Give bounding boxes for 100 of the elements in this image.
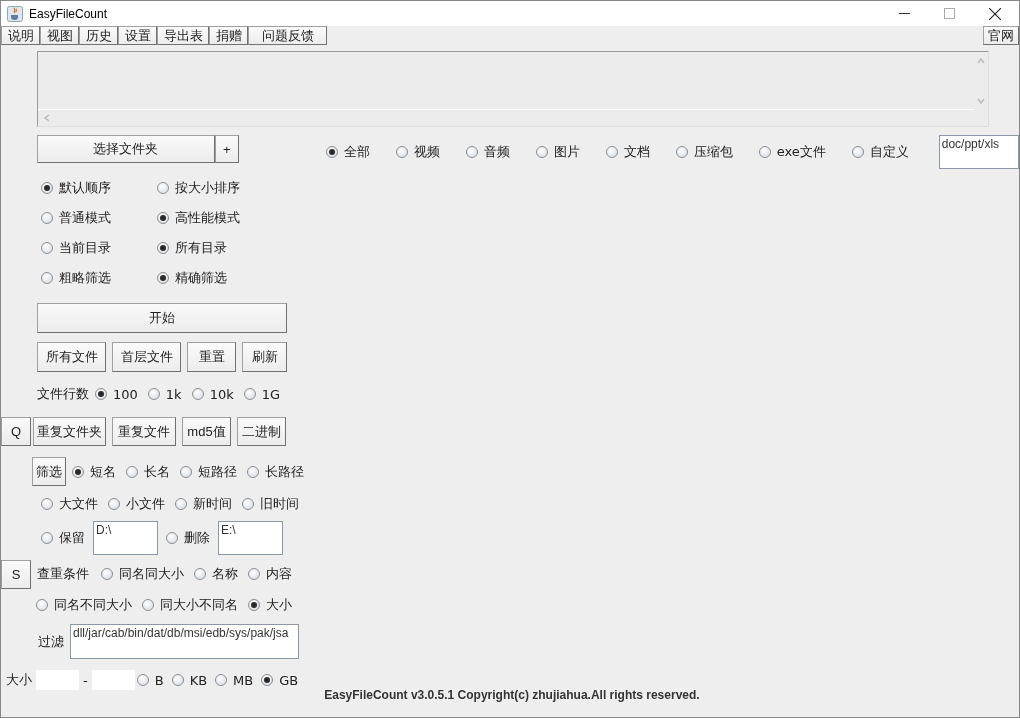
scan-button[interactable]: 刷新 bbox=[242, 342, 287, 372]
radio-button[interactable] bbox=[157, 272, 169, 284]
radio-button[interactable] bbox=[194, 568, 206, 580]
radio-button[interactable] bbox=[72, 465, 84, 478]
radio-label: 图片 bbox=[553, 143, 580, 161]
radio-button[interactable] bbox=[248, 599, 260, 611]
copyright-text: EasyFileCount v3.0.5.1 Copyright(c) zhujiahua.All rights reserved. bbox=[324, 688, 700, 702]
path-field[interactable]: D:\ bbox=[93, 521, 158, 555]
radio-button[interactable] bbox=[147, 388, 160, 400]
radio-label: 旧时间 bbox=[260, 495, 299, 513]
close-icon[interactable] bbox=[989, 7, 1001, 20]
menu-button[interactable]: 问题反馈 bbox=[248, 26, 327, 45]
radio-button[interactable] bbox=[95, 388, 107, 400]
radio-button[interactable] bbox=[108, 498, 120, 510]
radio-label: 自定义 bbox=[869, 143, 909, 161]
radio-label: 默认顺序 bbox=[59, 179, 111, 197]
radio-button[interactable] bbox=[175, 498, 187, 510]
menu-button[interactable]: 设置 bbox=[118, 26, 157, 45]
radio-label: KB bbox=[189, 672, 208, 688]
radio-button[interactable] bbox=[243, 388, 256, 400]
menu-button[interactable]: 历史 bbox=[79, 26, 118, 45]
radio-button[interactable] bbox=[247, 465, 259, 478]
scan-button[interactable]: 所有文件 bbox=[37, 342, 106, 372]
radio-label: 高性能模式 bbox=[175, 209, 240, 227]
radio-button[interactable] bbox=[215, 674, 228, 686]
radio-button[interactable] bbox=[41, 498, 53, 510]
radio-label: 短路径 bbox=[198, 462, 237, 481]
radio-label: 1G bbox=[261, 386, 281, 402]
radio-button[interactable] bbox=[41, 182, 53, 194]
duplicate-button[interactable]: 重复文件夹 bbox=[33, 417, 106, 446]
radio-label: 大文件 bbox=[59, 495, 98, 513]
radio-button[interactable] bbox=[101, 568, 113, 580]
radio-button[interactable] bbox=[126, 465, 138, 478]
radio-button[interactable] bbox=[157, 242, 169, 254]
duplicate-button[interactable]: md5值 bbox=[182, 417, 231, 446]
radio-label: 粗略筛选 bbox=[59, 269, 111, 287]
radio-button[interactable] bbox=[41, 242, 53, 254]
radio-button[interactable] bbox=[605, 146, 618, 158]
radio-button[interactable] bbox=[242, 498, 254, 510]
menu-button[interactable]: 官网 bbox=[983, 26, 1019, 45]
filter-field[interactable]: dll/jar/cab/bin/dat/db/msi/edb/sys/pak/jsa bbox=[70, 624, 299, 659]
duplicate-button[interactable]: 二进制 bbox=[237, 417, 286, 446]
size-label: 大小 bbox=[6, 671, 32, 689]
s-button[interactable]: S bbox=[1, 559, 31, 589]
menu-button[interactable]: 捐赠 bbox=[209, 26, 248, 45]
radio-label: 大小 bbox=[266, 596, 292, 614]
radio-button[interactable] bbox=[465, 146, 478, 158]
radio-button[interactable] bbox=[675, 146, 688, 158]
radio-button[interactable] bbox=[191, 388, 204, 400]
radio-label: 保留 bbox=[59, 529, 85, 547]
radio-label: 同名不同大小 bbox=[54, 596, 132, 614]
radio-label: 全部 bbox=[343, 143, 370, 161]
radio-button[interactable] bbox=[171, 674, 184, 686]
start-button[interactable]: 开始 bbox=[37, 303, 287, 333]
radio-button[interactable] bbox=[166, 532, 178, 544]
select-folder-button[interactable]: 选择文件夹 bbox=[37, 135, 215, 163]
radio-button[interactable] bbox=[41, 272, 53, 284]
radio-label: 长路径 bbox=[265, 462, 304, 481]
radio-label: 短名 bbox=[90, 462, 116, 481]
radio-label: 所有目录 bbox=[175, 239, 227, 257]
radio-label: 音频 bbox=[483, 143, 510, 161]
menu-button[interactable]: 视图 bbox=[40, 26, 79, 45]
radio-button[interactable] bbox=[248, 568, 260, 580]
radio-button[interactable] bbox=[157, 212, 169, 224]
radio-label: 当前目录 bbox=[59, 239, 111, 257]
radio-label: 同名同大小 bbox=[119, 565, 184, 583]
menu-button[interactable]: 说明 bbox=[1, 26, 40, 45]
radio-button[interactable] bbox=[395, 146, 408, 158]
radio-label: 新时间 bbox=[193, 495, 232, 513]
radio-button[interactable] bbox=[142, 599, 154, 611]
radio-label: 10k bbox=[209, 386, 234, 402]
radio-label: 小文件 bbox=[126, 495, 165, 513]
path-field[interactable]: E:\ bbox=[218, 521, 283, 555]
radio-label: 精确筛选 bbox=[175, 269, 227, 287]
q-button[interactable]: Q bbox=[1, 417, 31, 446]
radio-button[interactable] bbox=[36, 599, 48, 611]
filter-button[interactable]: 筛选 bbox=[32, 457, 66, 486]
scan-button[interactable]: 首层文件 bbox=[112, 342, 181, 372]
radio-label: 文档 bbox=[623, 143, 650, 161]
duplicate-button[interactable]: 重复文件 bbox=[112, 417, 176, 446]
menu-button[interactable]: 导出表 bbox=[157, 26, 209, 45]
radio-button[interactable] bbox=[758, 146, 771, 158]
filter-label: 过滤 bbox=[38, 632, 64, 651]
radio-button[interactable] bbox=[261, 674, 274, 686]
line-count-label: 文件行数 bbox=[37, 385, 89, 403]
radio-button[interactable] bbox=[157, 182, 169, 194]
radio-label: 内容 bbox=[266, 565, 292, 583]
radio-button[interactable] bbox=[180, 465, 192, 478]
add-button[interactable]: + bbox=[214, 135, 239, 163]
scan-button[interactable]: 重置 bbox=[187, 342, 236, 372]
radio-button[interactable] bbox=[325, 146, 338, 158]
radio-button[interactable] bbox=[41, 532, 53, 544]
criteria-label: 查重条件 bbox=[37, 565, 89, 583]
radio-button[interactable] bbox=[41, 212, 53, 224]
radio-button[interactable] bbox=[851, 146, 864, 158]
radio-button[interactable] bbox=[136, 674, 149, 686]
radio-label: 删除 bbox=[184, 529, 210, 547]
custom-type-field[interactable]: doc/ppt/xls bbox=[938, 135, 1019, 169]
radio-button[interactable] bbox=[535, 146, 548, 158]
maximize-icon[interactable] bbox=[944, 8, 955, 19]
